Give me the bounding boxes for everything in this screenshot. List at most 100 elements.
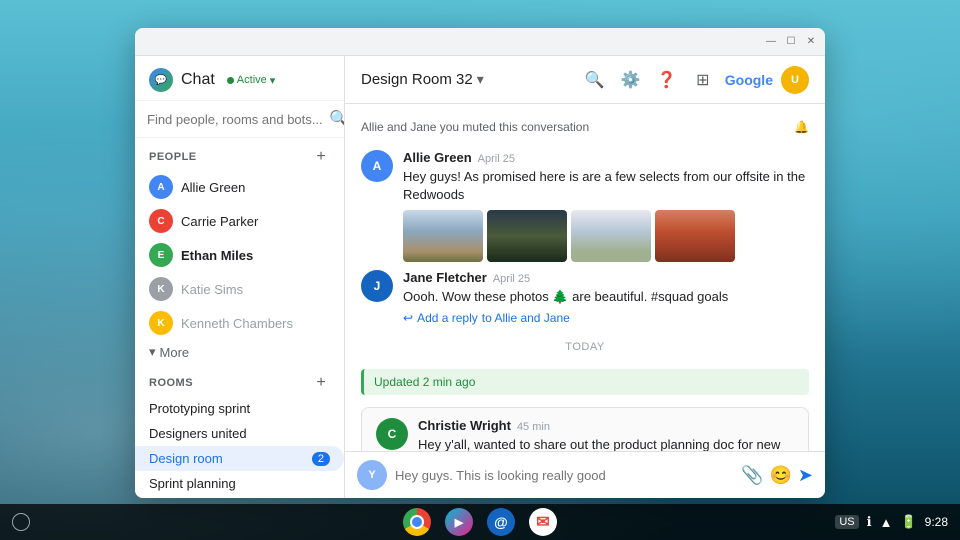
- updated-text: Updated 2 min ago: [374, 375, 475, 389]
- message-time: April 25: [493, 273, 530, 285]
- search-icon[interactable]: 🔍: [329, 109, 345, 129]
- taskbar-left: [12, 513, 30, 531]
- send-icon[interactable]: ➤: [798, 465, 813, 486]
- app-body: 💬 Chat Active ▾ 🔍 PEOPLE + A Alli: [135, 56, 825, 498]
- people-section-header: PEOPLE +: [135, 138, 344, 170]
- message-allie: A Allie Green April 25 Hey guys! As prom…: [361, 150, 809, 262]
- play-store-button[interactable]: ▶: [445, 508, 473, 536]
- sidebar-item-katie-sims[interactable]: K Katie Sims: [135, 272, 344, 306]
- muted-text: Allie and Jane you muted this conversati…: [361, 120, 589, 134]
- sidebar-item-designers-united[interactable]: Designers united: [135, 421, 344, 446]
- sender-name: Jane Fletcher: [403, 270, 487, 285]
- battery-icon: 🔋: [900, 514, 916, 530]
- chat-logo: 💬: [149, 68, 173, 92]
- chat-header: Design Room 32 ▾ 🔍 ⚙️ ❓ ⊞ Google U: [345, 56, 825, 104]
- message-meta: Jane Fletcher April 25: [403, 270, 809, 285]
- today-messages-section: C Christie Wright 45 min Hey y'all, want…: [361, 407, 809, 451]
- sidebar-item-design-room[interactable]: Design room 2: [135, 446, 344, 471]
- sidebar-item-ethan-miles[interactable]: E Ethan Miles: [135, 238, 344, 272]
- avatar: A: [149, 175, 173, 199]
- avatar: C: [149, 209, 173, 233]
- photo-thumb: [655, 210, 735, 262]
- room-name: Designers united: [149, 426, 247, 441]
- close-button[interactable]: ✕: [805, 36, 817, 48]
- person-name: Carrie Parker: [181, 214, 258, 229]
- person-name: Ethan Miles: [181, 248, 253, 263]
- search-button[interactable]: 🔍: [581, 66, 609, 94]
- chevron-down-icon: ▾: [270, 74, 276, 87]
- wifi-icon: ▲: [880, 515, 893, 530]
- settings-button[interactable]: ⚙️: [617, 66, 645, 94]
- add-reply-button[interactable]: ↩ Add a reply to Allie and Jane: [403, 311, 809, 325]
- help-button[interactable]: ❓: [653, 66, 681, 94]
- message-body: Allie Green April 25 Hey guys! As promis…: [403, 150, 809, 262]
- sidebar-item-alpha-notes[interactable]: Alpha notes: [135, 496, 344, 498]
- attach-icon[interactable]: 📎: [741, 465, 763, 486]
- photo-grid: [403, 210, 809, 262]
- sidebar-search: 🔍: [135, 101, 344, 138]
- sidebar: 💬 Chat Active ▾ 🔍 PEOPLE + A Alli: [135, 56, 345, 498]
- unread-badge: 2: [312, 452, 330, 466]
- taskbar-center: ▶ @ ✉: [403, 508, 557, 536]
- minimize-button[interactable]: —: [765, 36, 777, 48]
- region-badge: US: [835, 515, 858, 529]
- apps-button[interactable]: ⊞: [689, 66, 717, 94]
- sidebar-item-sprint-planning[interactable]: Sprint planning: [135, 471, 344, 496]
- emoji-icon[interactable]: 😊: [769, 465, 791, 486]
- message-time: 45 min: [517, 421, 550, 433]
- mute-icon[interactable]: 🔔: [794, 120, 809, 134]
- message-body: Jane Fletcher April 25 Oooh. Wow these p…: [403, 270, 809, 324]
- room-name: Sprint planning: [149, 476, 236, 491]
- maximize-button[interactable]: ☐: [785, 36, 797, 48]
- sidebar-item-carrie-parker[interactable]: C Carrie Parker: [135, 204, 344, 238]
- sidebar-header: 💬 Chat Active ▾: [135, 56, 344, 101]
- person-name: Katie Sims: [181, 282, 243, 297]
- today-label: TODAY: [565, 341, 604, 353]
- avatar: C: [376, 418, 408, 450]
- person-name: Allie Green: [181, 180, 245, 195]
- avatar: E: [149, 243, 173, 267]
- launcher-button[interactable]: [12, 513, 30, 531]
- message-text: Oooh. Wow these photos 🌲 are beautiful. …: [403, 288, 809, 306]
- gmail-button[interactable]: ✉: [529, 508, 557, 536]
- message-text: Hey guys! As promised here is are a few …: [403, 168, 809, 204]
- user-avatar[interactable]: U: [781, 66, 809, 94]
- add-person-button[interactable]: +: [312, 148, 330, 166]
- people-label: PEOPLE: [149, 151, 197, 163]
- taskbar: ▶ @ ✉ US ℹ ▲ 🔋 9:28: [0, 504, 960, 540]
- info-icon: ℹ: [867, 514, 872, 530]
- chat-content: Allie and Jane you muted this conversati…: [345, 104, 825, 451]
- today-divider: TODAY: [361, 333, 809, 361]
- add-room-button[interactable]: +: [312, 374, 330, 392]
- photo-thumb: [487, 210, 567, 262]
- search-input[interactable]: [147, 112, 323, 127]
- header-actions: 🔍 ⚙️ ❓ ⊞ Google U: [581, 66, 809, 94]
- message-input[interactable]: [395, 468, 733, 483]
- message-meta: Allie Green April 25: [403, 150, 809, 165]
- people-more-button[interactable]: ▾ More: [135, 340, 344, 364]
- avatar: K: [149, 277, 173, 301]
- rooms-label: ROOMS: [149, 377, 193, 389]
- sidebar-item-prototyping-sprint[interactable]: Prototyping sprint: [135, 396, 344, 421]
- input-user-avatar: Y: [357, 460, 387, 490]
- at-button[interactable]: @: [487, 508, 515, 536]
- chevron-down-icon[interactable]: ▾: [477, 71, 484, 88]
- room-name: Design room: [149, 451, 223, 466]
- avatar: A: [361, 150, 393, 182]
- sidebar-item-allie-green[interactable]: A Allie Green: [135, 170, 344, 204]
- status-label: Active: [237, 74, 267, 86]
- taskbar-right: US ℹ ▲ 🔋 9:28: [835, 514, 948, 530]
- chrome-button[interactable]: [403, 508, 431, 536]
- reply-icon: ↩: [403, 311, 413, 325]
- message-time: April 25: [478, 153, 515, 165]
- reply-to-text: to Allie and Jane: [482, 311, 570, 325]
- avatar: J: [361, 270, 393, 302]
- room-name: Prototyping sprint: [149, 401, 250, 416]
- input-icons: 📎 😊 ➤: [741, 465, 813, 486]
- message-meta: Christie Wright 45 min: [418, 418, 794, 433]
- message-jane: J Jane Fletcher April 25 Oooh. Wow these…: [361, 270, 809, 324]
- updated-banner: Updated 2 min ago: [361, 369, 809, 395]
- sidebar-item-kenneth-chambers[interactable]: K Kenneth Chambers: [135, 306, 344, 340]
- room-name-text: Design Room 32: [361, 71, 473, 88]
- google-logo: Google: [725, 72, 773, 88]
